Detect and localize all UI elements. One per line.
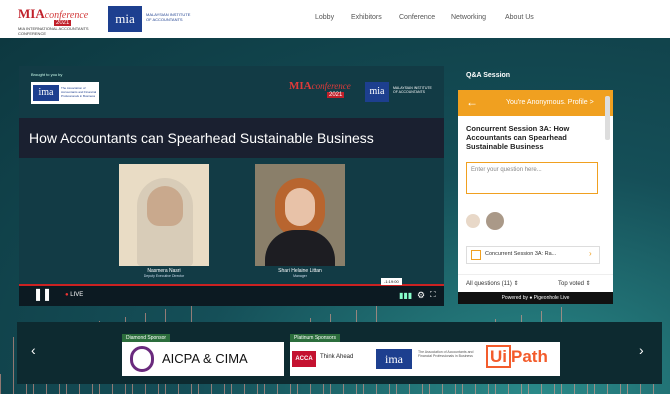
chevron-right-icon[interactable]: › — [639, 342, 644, 358]
nav-networking[interactable]: Networking — [451, 14, 486, 21]
ima-logo-text: The Association of Accountants and Finan… — [61, 86, 97, 98]
qa-top-bar: ← You're Anonymous. Profile > — [458, 90, 613, 116]
institute-text: MALAYSIAN INSTITUTE OF ACCOUNTANTS — [146, 12, 191, 22]
tab-all-questions[interactable]: All questions (11) ⇕ — [466, 280, 519, 287]
ima-sponsor-logo[interactable]: ima — [376, 349, 412, 369]
session-select-label: Concurrent Session 3A: Ra... — [485, 251, 557, 257]
stripe — [13, 337, 14, 394]
fullscreen-icon[interactable]: ⛶ — [430, 290, 436, 300]
live-indicator: ● LIVE — [65, 292, 83, 298]
document-icon — [471, 250, 481, 260]
speaker-2-video — [255, 164, 345, 266]
chevron-left-icon[interactable]: ‹ — [31, 342, 36, 358]
session-title-banner: How Accountants can Spearhead Sustainabl… — [19, 118, 444, 158]
time-badge: -1:19:00 — [381, 278, 402, 285]
nav-exhibitors[interactable]: Exhibitors — [351, 14, 382, 21]
session-select-button[interactable]: Concurrent Session 3A: Ra... › — [466, 246, 600, 264]
speaker-1-caption: Nasmera Nasri Deputy Executive Director — [109, 268, 219, 278]
pause-icon[interactable]: ❚❚ — [33, 287, 52, 301]
mia-institute-logo[interactable]: mia — [108, 6, 142, 32]
tab-top-voted[interactable]: Top voted ⇕ — [558, 280, 591, 287]
ima-logo: ima — [33, 85, 59, 101]
diamond-sponsor-tag: Diamond Sponsor — [122, 334, 171, 342]
qa-scrollbar[interactable] — [605, 96, 610, 140]
brand-main: MIA — [18, 6, 45, 21]
uipath-logo[interactable]: Ui Path — [486, 345, 548, 368]
qa-panel: ← You're Anonymous. Profile > Concurrent… — [458, 90, 613, 304]
stripe — [0, 374, 1, 394]
brought-by-label: Brought to you by — [31, 72, 63, 77]
platinum-sponsors: ACCA Think Ahead ima The Association of … — [290, 342, 560, 376]
video-brand-main: MIA — [289, 80, 312, 92]
speaker-2-role: Manager — [293, 274, 307, 278]
speaker-2-caption: Shari Helaine Littan Manager — [245, 268, 355, 278]
question-input[interactable]: Enter your question here... — [466, 162, 598, 194]
video-player[interactable]: Brought to you by ima The Association of… — [19, 66, 444, 306]
anonymous-profile-link[interactable]: You're Anonymous. Profile > — [506, 99, 594, 106]
top-bar: MIAconference 2021 MIA INTERNATIONAL ACC… — [0, 0, 670, 38]
aicpa-mark-icon — [130, 346, 154, 372]
uipath-path: Path — [511, 347, 548, 366]
nav-conference[interactable]: Conference — [399, 14, 435, 21]
ima-sponsor-text: The Association of Accountants and Finan… — [418, 350, 474, 358]
acca-tagline: Think Ahead — [320, 354, 354, 360]
acca-logo[interactable]: ACCA — [292, 351, 316, 367]
live-label: LIVE — [70, 292, 84, 298]
aicpa-cima-logo[interactable]: AICPA & CIMA — [122, 342, 284, 376]
volume-icon[interactable]: ▮▮▮ — [399, 291, 412, 300]
back-arrow-icon[interactable]: ← — [466, 95, 478, 109]
sponsor-carousel: ‹ › Diamond Sponsor AICPA & CIMA Platinu… — [17, 322, 662, 384]
session-title: How Accountants can Spearhead Sustainabl… — [29, 130, 374, 146]
chevron-right-small-icon: › — [589, 249, 592, 258]
video-mia-logo: mia — [365, 82, 389, 102]
qa-session-title: Concurrent Session 3A: How Accountants c… — [466, 124, 570, 151]
brand-sub: MIA INTERNATIONAL ACCOUNTANTS CONFERENCE — [18, 26, 89, 36]
ima-logo-box: ima The Association of Accountants and F… — [31, 82, 99, 104]
qa-heading: Q&A Session — [466, 72, 511, 79]
speaker-2-body — [265, 230, 335, 266]
speaker-1-video — [119, 164, 209, 266]
avatar — [486, 212, 504, 230]
mia-conference-logo[interactable]: MIAconference 2021 MIA INTERNATIONAL ACC… — [14, 6, 106, 36]
video-controls: -1:19:00 ❚❚ ● LIVE ▮▮▮ ⚙ ⛶ — [19, 278, 444, 306]
qa-tabs: All questions (11) ⇕ Top voted ⇕ — [458, 274, 613, 293]
speaker-2-face — [285, 188, 315, 226]
platinum-sponsor-tag: Platinum Sponsors — [290, 334, 340, 342]
video-brand-script: conference — [311, 81, 351, 91]
speaker-1-role: Deputy Executive Director — [143, 274, 185, 278]
nav-lobby[interactable]: Lobby — [315, 14, 334, 21]
gear-icon[interactable]: ⚙ — [417, 290, 425, 301]
video-mia-text: MALAYSIAN INSTITUTE OF ACCOUNTANTS — [393, 86, 432, 94]
aicpa-cima-text: AICPA & CIMA — [162, 351, 248, 366]
powered-by-footer[interactable]: Powered by ● Pigeonhole Live — [458, 292, 613, 304]
avatar — [466, 214, 480, 228]
video-brand-year: 2021 — [327, 92, 345, 98]
uipath-ui: Ui — [486, 345, 511, 368]
video-mia-conference-logo: MIAconference 2021 — [287, 80, 359, 104]
nav-about-us[interactable]: About Us — [505, 14, 534, 21]
speaker-1-face — [147, 186, 183, 226]
